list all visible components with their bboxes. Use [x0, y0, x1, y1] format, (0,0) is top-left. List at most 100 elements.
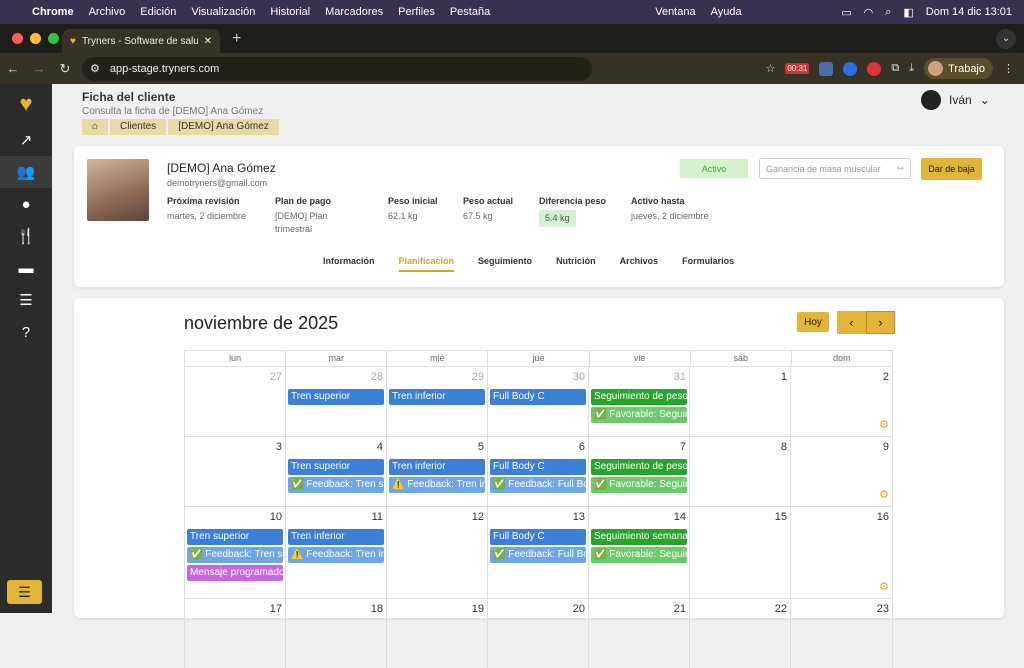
utensils-icon[interactable]: 🍴: [0, 220, 52, 252]
event[interactable]: Tren superior: [288, 459, 384, 475]
event[interactable]: Seguimiento semanal: [591, 529, 687, 545]
event[interactable]: Seguimiento de peso y: [591, 459, 687, 475]
day-cell[interactable]: 30 Full Body C: [488, 367, 589, 436]
clock[interactable]: Dom 14 dic 13:01: [926, 6, 1012, 18]
breadcrumb-client[interactable]: [DEMO] Ana Gómez: [168, 119, 279, 135]
goal-select[interactable]: Ganancia de masa muscular ⇿: [759, 158, 911, 179]
day-cell[interactable]: 16 ⚙: [791, 507, 892, 598]
close-tab-icon[interactable]: ✕: [204, 36, 212, 47]
tab-formularios[interactable]: Formularios: [682, 256, 734, 272]
help-icon[interactable]: ?: [0, 316, 52, 348]
breadcrumb-clients[interactable]: Clientes: [110, 119, 167, 135]
next-month-button[interactable]: ›: [866, 311, 895, 334]
new-tab-icon[interactable]: +: [232, 30, 241, 48]
day-cell[interactable]: 7 Seguimiento de peso y ✅ Favorable: Segui…: [589, 437, 690, 506]
day-cell[interactable]: 20: [488, 599, 589, 668]
list-icon[interactable]: ☰: [0, 284, 52, 316]
event[interactable]: Seguimiento de peso y: [591, 389, 687, 405]
event[interactable]: Full Body C: [490, 529, 586, 545]
download-icon[interactable]: ⤓: [909, 62, 914, 75]
event[interactable]: Full Body C: [490, 389, 586, 405]
extensions-puzzle-icon[interactable]: ⧉: [891, 62, 899, 75]
day-cell[interactable]: 22: [690, 599, 791, 668]
event[interactable]: Tren inferior: [389, 389, 485, 405]
menu-visualizacion[interactable]: Visualización: [191, 6, 255, 18]
event[interactable]: Full Body C: [490, 459, 586, 475]
menu-edicion[interactable]: Edición: [140, 6, 176, 18]
day-cell[interactable]: 21: [589, 599, 690, 668]
tab-informacion[interactable]: Información: [323, 256, 375, 272]
bookmark-star-icon[interactable]: ☆: [765, 62, 775, 75]
tab-archivos[interactable]: Archivos: [620, 256, 659, 272]
menu-marcadores[interactable]: Marcadores: [325, 6, 383, 18]
event[interactable]: ⚠️ Feedback: Tren infe: [288, 547, 384, 563]
today-button[interactable]: Hoy: [797, 312, 829, 332]
tab-seguimiento[interactable]: Seguimiento: [478, 256, 532, 272]
browser-tab[interactable]: ♥ Tryners - Software de salud p ✕: [62, 29, 220, 53]
event[interactable]: Tren inferior: [288, 529, 384, 545]
menu-pestana[interactable]: Pestaña: [450, 6, 490, 18]
chevron-down-icon[interactable]: ⌄: [996, 28, 1016, 49]
event[interactable]: ✅ Feedback: Tren sup: [288, 477, 384, 493]
extension-gear-icon[interactable]: [843, 61, 858, 76]
profile-button[interactable]: Trabajo: [924, 58, 993, 79]
event[interactable]: ✅ Feedback: Full Body: [490, 477, 586, 493]
event[interactable]: ✅ Favorable: Seguimie: [591, 407, 687, 423]
day-cell[interactable]: 19: [387, 599, 488, 668]
close-window-icon[interactable]: [12, 33, 23, 44]
zoom-window-icon[interactable]: [48, 33, 59, 44]
tab-planificacion[interactable]: Planificación: [398, 256, 455, 272]
event[interactable]: Tren superior: [187, 529, 283, 545]
kebab-menu-icon[interactable]: ⋮: [1003, 62, 1014, 75]
wifi-icon[interactable]: ◠: [864, 6, 874, 19]
dumbbell-icon[interactable]: ▬: [0, 252, 52, 284]
day-cell[interactable]: 3: [185, 437, 286, 506]
user-menu[interactable]: Iván ⌄: [921, 90, 990, 110]
day-cell[interactable]: 12: [387, 507, 488, 598]
control-center-icon[interactable]: ◧: [903, 6, 913, 19]
url-field[interactable]: ⚙ app-stage.tryners.com: [82, 56, 592, 81]
day-cell[interactable]: 18: [286, 599, 387, 668]
day-cell[interactable]: 28 Tren superior: [286, 367, 387, 436]
back-icon[interactable]: ←: [0, 61, 26, 76]
day-cell[interactable]: 17: [185, 599, 286, 668]
day-cell[interactable]: 15: [690, 507, 791, 598]
event[interactable]: Mensaje programado: [187, 565, 283, 581]
reload-icon[interactable]: ↻: [52, 61, 78, 77]
prev-month-button[interactable]: ‹: [837, 311, 866, 334]
event[interactable]: ⚠️ Feedback: Tren infe: [389, 477, 485, 493]
day-cell[interactable]: 1: [690, 367, 791, 436]
gear-icon[interactable]: ⚙: [879, 580, 889, 593]
event[interactable]: ✅ Feedback: Tren sup: [187, 547, 283, 563]
dollar-chat-icon[interactable]: ●: [0, 188, 52, 220]
forward-icon[interactable]: →: [26, 61, 52, 76]
tab-nutricion[interactable]: Nutrición: [556, 256, 596, 272]
menu-ayuda[interactable]: Ayuda: [711, 6, 742, 18]
day-cell[interactable]: 10Tren superior✅ Feedback: Tren supMensa…: [185, 507, 286, 598]
heart-logo-icon[interactable]: ♥: [0, 84, 52, 124]
dismiss-button[interactable]: Dar de baja: [921, 158, 982, 180]
menu-app[interactable]: Chrome: [32, 6, 74, 18]
day-cell[interactable]: 23: [791, 599, 892, 668]
gear-icon[interactable]: ⚙: [879, 488, 889, 501]
day-cell[interactable]: 6Full Body C✅ Feedback: Full Body: [488, 437, 589, 506]
day-cell[interactable]: 29 Tren inferior: [387, 367, 488, 436]
site-settings-icon[interactable]: ⚙: [90, 62, 100, 75]
menu-historial[interactable]: Historial: [270, 6, 310, 18]
users-icon[interactable]: 👥: [0, 156, 52, 188]
event[interactable]: ✅ Favorable: Seguimie: [591, 547, 687, 563]
extension-code-icon[interactable]: [819, 61, 834, 76]
day-cell[interactable]: 27: [185, 367, 286, 436]
chart-icon[interactable]: ↗: [0, 124, 52, 156]
event[interactable]: Tren inferior: [389, 459, 485, 475]
menu-archivo[interactable]: Archivo: [89, 6, 126, 18]
day-cell[interactable]: 11Tren inferior⚠️ Feedback: Tren infe: [286, 507, 387, 598]
gear-icon[interactable]: ⚙: [879, 418, 889, 431]
day-cell[interactable]: 8: [690, 437, 791, 506]
day-cell[interactable]: 4Tren superior✅ Feedback: Tren sup: [286, 437, 387, 506]
event[interactable]: Tren superior: [288, 389, 384, 405]
battery-icon[interactable]: ▭: [841, 6, 851, 19]
extension-timer-badge[interactable]: 00:31: [785, 63, 810, 74]
home-icon[interactable]: ⌂: [82, 119, 109, 135]
event[interactable]: ✅ Favorable: Seguimie: [591, 477, 687, 493]
